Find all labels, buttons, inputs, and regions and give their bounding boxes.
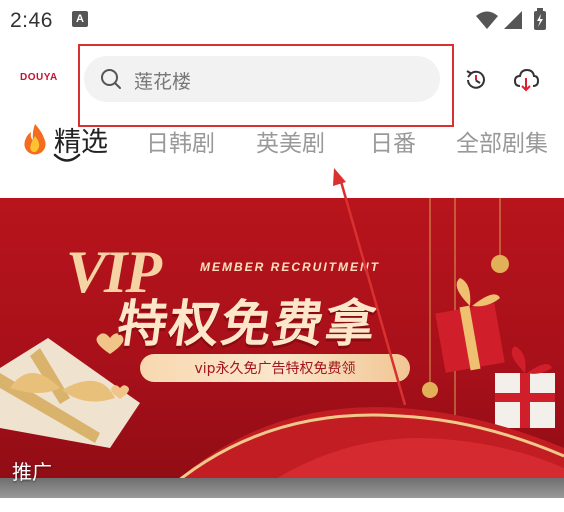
promo-label: 推广 — [12, 460, 52, 484]
wifi-icon — [476, 11, 498, 29]
status-icons — [476, 8, 546, 30]
history-icon[interactable] — [462, 66, 490, 94]
ornament-ball — [491, 255, 509, 273]
annotation-highlight-box — [78, 44, 454, 127]
status-time: 2:46 — [10, 9, 53, 32]
tab-us-uk-drama[interactable]: 英美剧 — [256, 124, 325, 158]
app-logo: DOUYA — [20, 72, 58, 83]
banner-subtitle-pill: vip永久免广告特权免费领 — [140, 354, 410, 382]
signal-icon — [504, 11, 522, 29]
category-tabs: 精选 日韩剧 英美剧 日番 全部剧集 — [0, 116, 564, 176]
banner-footer-shade — [0, 478, 564, 498]
header: DOUYA 莲花楼 — [0, 44, 564, 127]
banner-subtitle: vip永久免广告特权免费领 — [194, 361, 356, 377]
notification-icon: A — [72, 11, 88, 27]
promo-banner[interactable]: VIP MEMBER RECRUITMENT 特权免费拿 vip永久免广告特权免… — [0, 198, 564, 496]
ornament-ball — [422, 382, 438, 398]
gift-box-right — [435, 278, 555, 428]
cloud-download-icon[interactable] — [512, 66, 540, 94]
tab-all-series[interactable]: 全部剧集 — [456, 124, 548, 158]
tab-korean-japanese-drama[interactable]: 日韩剧 — [146, 124, 215, 158]
fire-icon — [24, 124, 46, 155]
banner-member-text: MEMBER RECRUITMENT — [200, 260, 380, 274]
tab-anime[interactable]: 日番 — [370, 124, 416, 158]
battery-icon — [534, 8, 546, 30]
active-tab-indicator — [53, 153, 81, 162]
status-bar: 2:46 A — [0, 0, 564, 44]
banner-title: 特权免费拿 — [113, 295, 382, 353]
